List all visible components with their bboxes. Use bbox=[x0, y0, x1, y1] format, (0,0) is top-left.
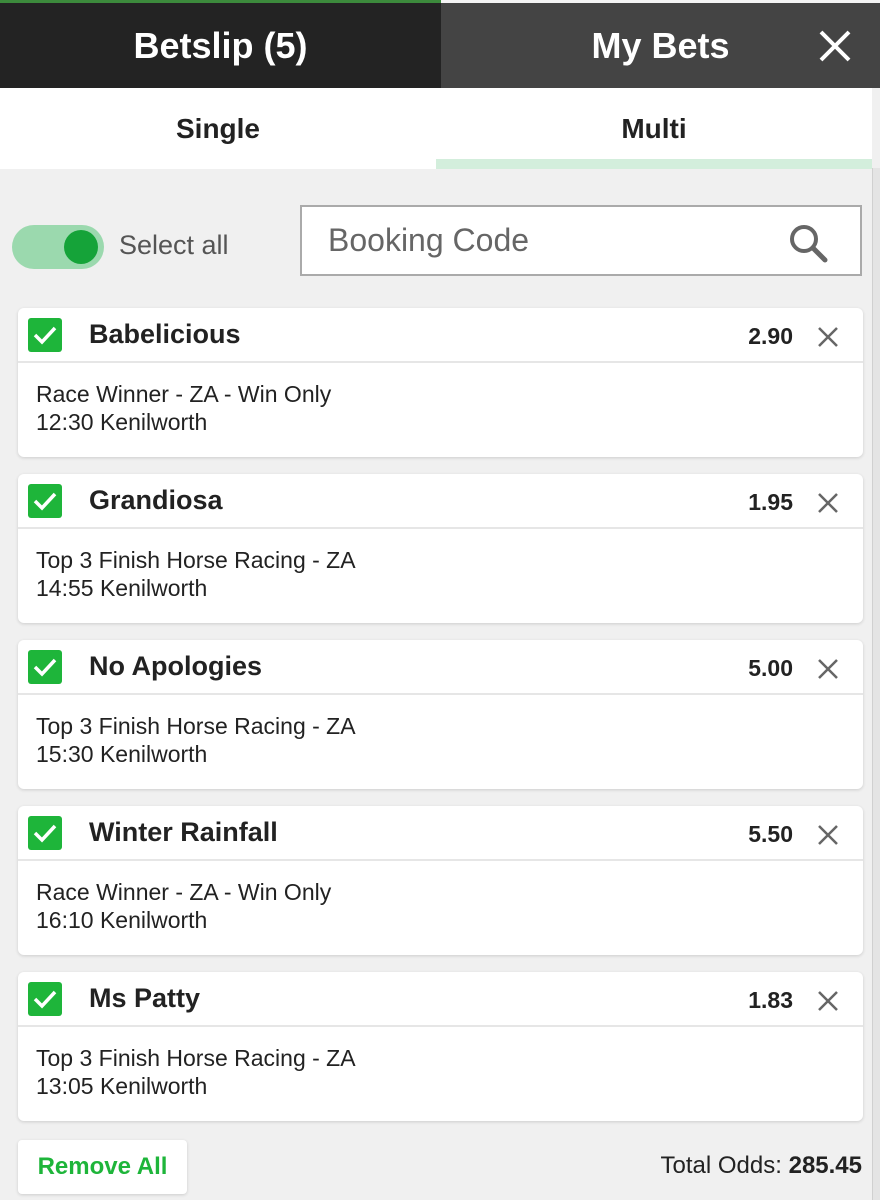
remove-selection-icon[interactable] bbox=[817, 658, 839, 680]
selection-market: Top 3 Finish Horse Racing - ZA bbox=[36, 713, 356, 739]
selection-odds: 1.95 bbox=[748, 489, 793, 515]
selection-name: Grandiosa bbox=[89, 485, 223, 515]
tab-betslip[interactable]: Betslip (5) bbox=[0, 0, 441, 88]
header-bar: Betslip (5) My Bets bbox=[0, 0, 880, 88]
selection-event: 13:05 Kenilworth bbox=[36, 1073, 208, 1099]
selection-name: No Apologies bbox=[89, 651, 262, 681]
search-icon[interactable] bbox=[788, 223, 828, 263]
total-odds-label: Total Odds: bbox=[660, 1152, 782, 1179]
total-odds-value: 285.45 bbox=[788, 1152, 862, 1179]
bet-type-tabs: Single Multi bbox=[0, 88, 872, 169]
selection-card: No Apologies 5.00 Top 3 Finish Horse Racin… bbox=[18, 640, 863, 789]
selection-card: Grandiosa 1.95 Top 3 Finish Horse Racing -… bbox=[18, 474, 863, 623]
selection-event: 14:55 Kenilworth bbox=[36, 575, 208, 601]
selection-header: Ms Patty 1.83 bbox=[18, 972, 863, 1027]
selection-name: Babelicious bbox=[89, 319, 241, 349]
total-odds: Total Odds: 285.45 bbox=[661, 1152, 862, 1180]
tab-my-bets-label: My Bets bbox=[591, 24, 730, 66]
selection-event: 16:10 Kenilworth bbox=[36, 907, 208, 933]
tab-single-label: Single bbox=[175, 112, 260, 144]
selection-event: 12:30 Kenilworth bbox=[36, 409, 208, 435]
selection-name: Winter Rainfall bbox=[89, 817, 278, 847]
selection-header: Winter Rainfall 5.50 bbox=[18, 806, 863, 861]
toggle-knob bbox=[64, 230, 98, 264]
tab-single[interactable]: Single bbox=[0, 88, 436, 169]
selection-header: Grandiosa 1.95 bbox=[18, 474, 863, 529]
checkbox-checked-icon[interactable] bbox=[28, 318, 62, 352]
tab-multi-label: Multi bbox=[621, 112, 687, 144]
remove-selection-icon[interactable] bbox=[817, 492, 839, 514]
selection-market: Race Winner - ZA - Win Only bbox=[36, 879, 332, 905]
checkbox-checked-icon[interactable] bbox=[28, 816, 62, 850]
selection-odds: 2.90 bbox=[748, 323, 793, 349]
selection-market: Race Winner - ZA - Win Only bbox=[36, 381, 332, 407]
close-icon[interactable] bbox=[818, 29, 852, 63]
checkbox-checked-icon[interactable] bbox=[28, 650, 62, 684]
selection-name: Ms Patty bbox=[89, 983, 201, 1013]
selection-odds: 1.83 bbox=[748, 987, 793, 1013]
selection-card: Ms Patty 1.83 Top 3 Finish Horse Racing - … bbox=[18, 972, 863, 1121]
remove-selection-icon[interactable] bbox=[817, 824, 839, 846]
tab-my-bets[interactable]: My Bets bbox=[441, 0, 880, 88]
selection-odds: 5.50 bbox=[748, 821, 793, 847]
remove-selection-icon[interactable] bbox=[817, 326, 839, 348]
checkbox-checked-icon[interactable] bbox=[28, 484, 62, 518]
booking-code-field bbox=[300, 205, 862, 276]
booking-code-input[interactable] bbox=[328, 222, 768, 259]
remove-all-button[interactable]: Remove All bbox=[18, 1140, 187, 1194]
selection-event: 15:30 Kenilworth bbox=[36, 741, 208, 767]
selection-odds: 5.00 bbox=[748, 655, 793, 681]
remove-selection-icon[interactable] bbox=[817, 990, 839, 1012]
selection-market: Top 3 Finish Horse Racing - ZA bbox=[36, 1045, 356, 1071]
selection-card: Babelicious 2.90 Race Winner - ZA - Win On… bbox=[18, 308, 863, 457]
selection-header: No Apologies 5.00 bbox=[18, 640, 863, 695]
select-all-toggle[interactable] bbox=[12, 225, 104, 269]
selection-market: Top 3 Finish Horse Racing - ZA bbox=[36, 547, 356, 573]
tab-betslip-label: Betslip (5) bbox=[133, 24, 308, 66]
select-all-label: Select all bbox=[119, 230, 229, 260]
selection-card: Winter Rainfall 5.50 Race Winner - ZA - Wi… bbox=[18, 806, 863, 955]
tab-multi[interactable]: Multi bbox=[436, 88, 872, 169]
selection-header: Babelicious 2.90 bbox=[18, 308, 863, 363]
checkbox-checked-icon[interactable] bbox=[28, 982, 62, 1016]
scrollbar[interactable] bbox=[872, 168, 880, 1200]
